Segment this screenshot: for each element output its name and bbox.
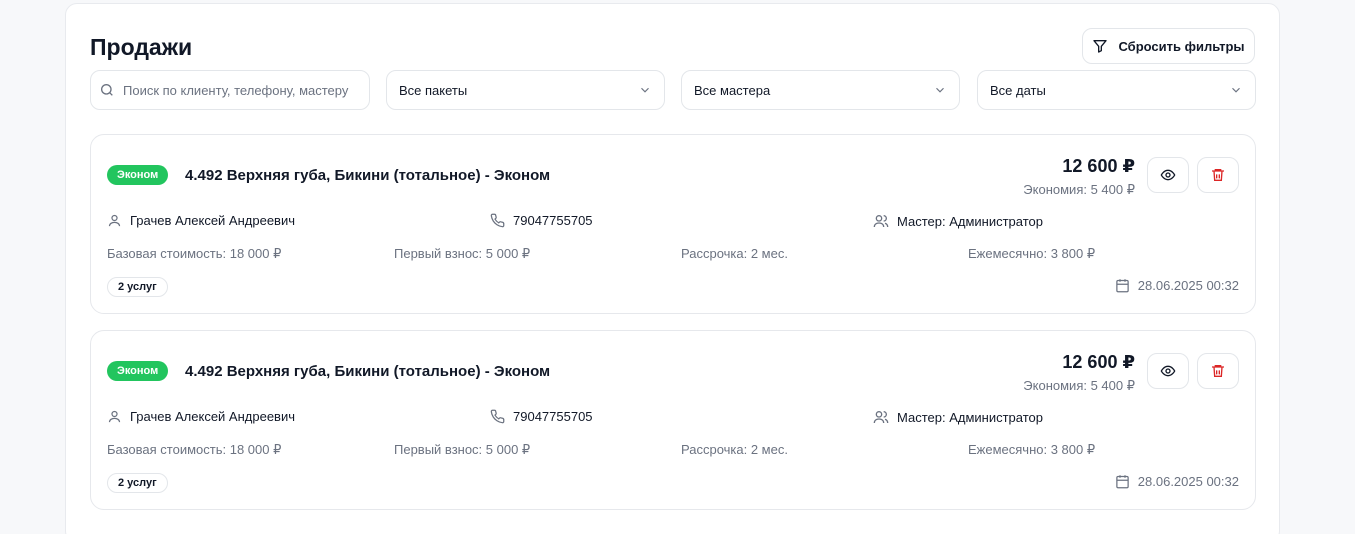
chevron-down-icon bbox=[638, 83, 652, 97]
master-select[interactable]: Все мастера bbox=[681, 70, 960, 110]
sale-title: 4.492 Верхняя губа, Бикини (тотальное) -… bbox=[185, 363, 551, 380]
users-icon bbox=[873, 409, 889, 425]
view-button[interactable] bbox=[1147, 353, 1189, 389]
first-payment: Первый взнос: 5 000 ₽ bbox=[394, 442, 531, 457]
client-phone: 79047755705 bbox=[513, 409, 593, 424]
sale-date-value: 28.06.2025 00:32 bbox=[1137, 474, 1239, 489]
master-name: Мастер: Администратор bbox=[897, 409, 1043, 425]
master-select-value: Все мастера bbox=[694, 82, 771, 98]
view-button[interactable] bbox=[1147, 157, 1189, 193]
master-info: Мастер: Администратор bbox=[873, 409, 1043, 425]
sale-date: 28.06.2025 00:32 bbox=[1115, 278, 1239, 293]
services-count-badge: 2 услуг bbox=[107, 473, 168, 493]
filters-bar: Все пакеты Все мастера Все даты bbox=[90, 70, 1256, 110]
package-select[interactable]: Все пакеты bbox=[386, 70, 665, 110]
sale-price: 12 600 ₽ bbox=[1062, 156, 1135, 176]
services-count-badge: 2 услуг bbox=[107, 277, 168, 297]
search-field[interactable] bbox=[90, 70, 370, 110]
base-cost: Базовая стоимость: 18 000 ₽ bbox=[107, 246, 282, 261]
delete-button[interactable] bbox=[1197, 353, 1239, 389]
delete-button[interactable] bbox=[1197, 157, 1239, 193]
date-select[interactable]: Все даты bbox=[977, 70, 1256, 110]
user-icon bbox=[107, 409, 122, 424]
trash-icon bbox=[1210, 167, 1226, 183]
search-input[interactable] bbox=[123, 82, 363, 98]
sale-date-value: 28.06.2025 00:32 bbox=[1137, 278, 1239, 293]
reset-filters-label: Сбросить фильтры bbox=[1118, 38, 1245, 54]
filter-icon bbox=[1092, 38, 1108, 54]
first-payment: Первый взнос: 5 000 ₽ bbox=[394, 246, 531, 261]
sale-title: 4.492 Верхняя губа, Бикини (тотальное) -… bbox=[185, 167, 551, 184]
eye-icon bbox=[1160, 167, 1176, 183]
installment: Рассрочка: 2 мес. bbox=[681, 246, 788, 261]
package-select-value: Все пакеты bbox=[399, 82, 468, 98]
master-info: Мастер: Администратор bbox=[873, 213, 1043, 229]
base-cost: Базовая стоимость: 18 000 ₽ bbox=[107, 442, 282, 457]
master-name: Мастер: Администратор bbox=[897, 213, 1043, 229]
package-badge: Эконом bbox=[107, 361, 169, 381]
chevron-down-icon bbox=[933, 83, 947, 97]
sale-savings: Экономия: 5 400 ₽ bbox=[1023, 182, 1135, 197]
phone-icon bbox=[490, 213, 505, 228]
reset-filters-button[interactable]: Сбросить фильтры bbox=[1082, 28, 1255, 64]
calendar-icon bbox=[1115, 278, 1130, 293]
client-phone: 79047755705 bbox=[513, 213, 593, 228]
page-title: Продажи bbox=[90, 34, 193, 60]
monthly-payment: Ежемесячно: 3 800 ₽ bbox=[968, 442, 1096, 457]
sale-card: Эконом 4.492 Верхняя губа, Бикини (тотал… bbox=[90, 134, 1256, 314]
client-info: Грачев Алексей Андреевич bbox=[107, 213, 295, 228]
sale-card: Эконом 4.492 Верхняя губа, Бикини (тотал… bbox=[90, 330, 1256, 510]
package-badge: Эконом bbox=[107, 165, 169, 185]
sale-savings: Экономия: 5 400 ₽ bbox=[1023, 378, 1135, 393]
phone-info: 79047755705 bbox=[490, 213, 593, 228]
calendar-icon bbox=[1115, 474, 1130, 489]
client-name: Грачев Алексей Андреевич bbox=[130, 409, 295, 424]
search-icon bbox=[99, 82, 115, 98]
sale-price: 12 600 ₽ bbox=[1062, 352, 1135, 372]
phone-icon bbox=[490, 409, 505, 424]
trash-icon bbox=[1210, 363, 1226, 379]
installment: Рассрочка: 2 мес. bbox=[681, 442, 788, 457]
users-icon bbox=[873, 213, 889, 229]
chevron-down-icon bbox=[1229, 83, 1243, 97]
client-name: Грачев Алексей Андреевич bbox=[130, 213, 295, 228]
sale-date: 28.06.2025 00:32 bbox=[1115, 474, 1239, 489]
user-icon bbox=[107, 213, 122, 228]
client-info: Грачев Алексей Андреевич bbox=[107, 409, 295, 424]
phone-info: 79047755705 bbox=[490, 409, 593, 424]
date-select-value: Все даты bbox=[990, 82, 1046, 98]
monthly-payment: Ежемесячно: 3 800 ₽ bbox=[968, 246, 1096, 261]
sales-panel: Продажи Сбросить фильтры Все пакеты Все … bbox=[65, 3, 1280, 534]
eye-icon bbox=[1160, 363, 1176, 379]
